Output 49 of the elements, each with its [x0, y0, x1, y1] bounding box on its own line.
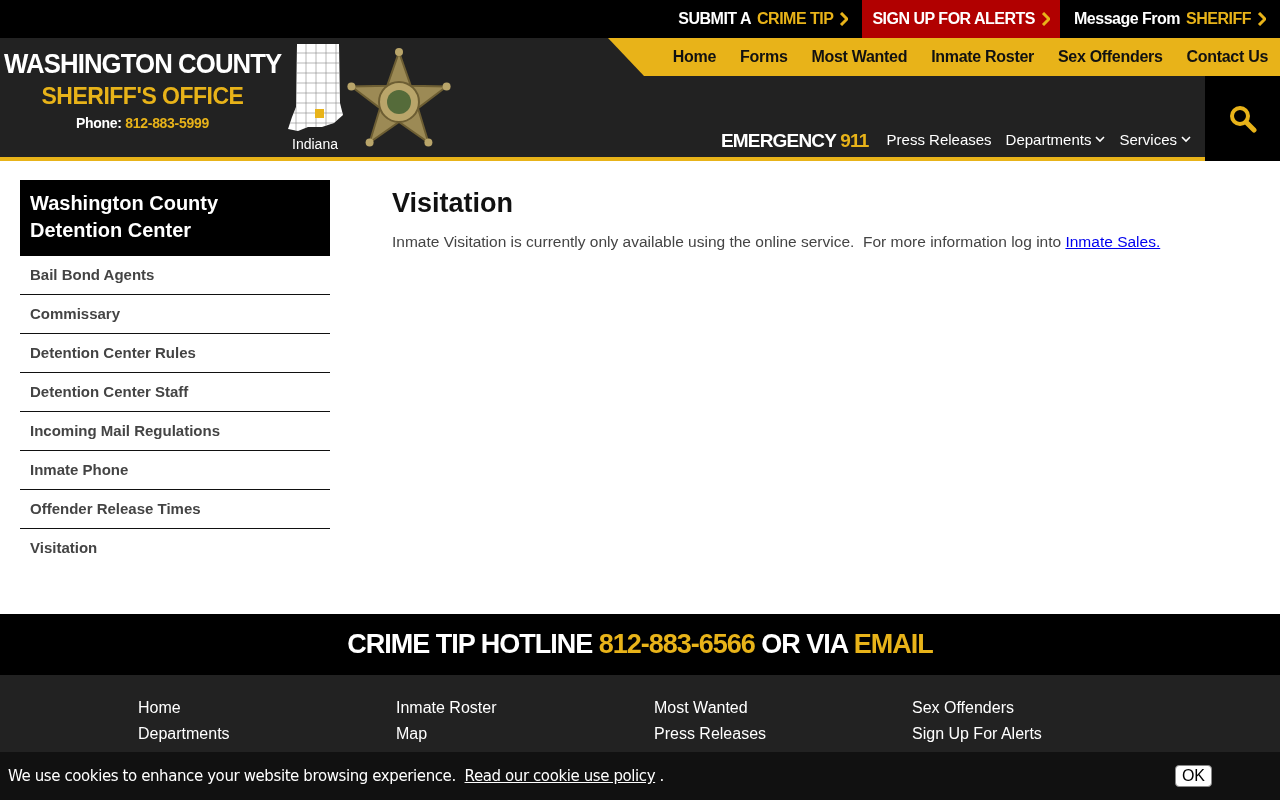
sidebar-link[interactable]: Visitation	[20, 529, 330, 567]
nav-link[interactable]: Inmate Roster	[919, 48, 1046, 66]
sidebar-link[interactable]: Inmate Phone	[20, 451, 330, 490]
emergency-number: EMERGENCY 911	[720, 130, 869, 153]
cookie-message: We use cookies to enhance your website browsing experience. Read our cookie use policy .	[8, 767, 664, 785]
sidebar-link[interactable]: Commissary	[20, 295, 330, 334]
top-link[interactable]: SUBMIT A CRIME TIP	[664, 0, 863, 38]
footer-link[interactable]: Sign Up For Alerts	[912, 721, 1042, 747]
site-title: WASHINGTON COUNTY	[3, 47, 282, 81]
chevron-right-icon	[1257, 12, 1266, 26]
site-subtitle: SHERIFF'S OFFICE	[41, 82, 244, 111]
search-icon	[1228, 104, 1257, 133]
map-label: Indiana	[292, 136, 338, 152]
hotline-text: CRIME TIP HOTLINE 812-883-6566 OR VIA EMAIL	[347, 629, 933, 660]
cookie-policy-link[interactable]: Read our cookie use policy	[464, 767, 656, 785]
nav-link[interactable]: Forms	[728, 48, 800, 66]
chevron-right-icon	[1041, 12, 1050, 26]
page-heading: Visitation	[392, 188, 515, 219]
sidebar-link[interactable]: Incoming Mail Regulations	[20, 412, 330, 451]
sidebar-link[interactable]: Offender Release Times	[20, 490, 330, 529]
phone-text: Phone: 812-883-5999	[76, 115, 209, 131]
top-link[interactable]: Message From SHERIFF	[1060, 0, 1280, 38]
footer-link[interactable]: Sex Offenders	[912, 695, 1014, 721]
nav-link[interactable]: Sex Offenders	[1045, 48, 1175, 66]
inline-link[interactable]: Inmate Sales.	[1065, 233, 1161, 250]
content-paragraph: Inmate Visitation is currently only available using the online service. For more information log into Inmate Sales.	[392, 233, 1162, 251]
search-button[interactable]	[1205, 76, 1280, 161]
footer-link[interactable]: Most Wanted	[654, 695, 748, 721]
top-link[interactable]: SIGN UP FOR ALERTS	[862, 0, 1060, 38]
footer-link[interactable]: Home	[138, 695, 181, 721]
caret-icon	[1095, 136, 1106, 143]
footer-link[interactable]: Map	[396, 721, 428, 747]
nav-link[interactable]: Contact Us	[1174, 48, 1280, 66]
nav-link[interactable]: Press Releases	[886, 131, 992, 157]
chevron-right-icon	[839, 12, 849, 26]
sidebar-title: Washington County Detention Center	[20, 180, 330, 256]
sidebar-link[interactable]: Detention Center Staff	[20, 373, 330, 412]
ok-button[interactable]: OK	[1174, 765, 1212, 787]
email-link[interactable]: EMAIL	[853, 629, 933, 659]
nav-link[interactable]: Most Wanted	[799, 48, 920, 66]
nav-link[interactable]: Services	[1119, 131, 1191, 157]
sidebar-link[interactable]: Bail Bond Agents	[20, 256, 330, 295]
nav-link[interactable]: Home	[660, 48, 729, 66]
sidebar-link[interactable]: Detention Center Rules	[20, 334, 330, 373]
caret-icon	[1181, 136, 1191, 143]
footer-link[interactable]: Departments	[138, 721, 230, 747]
footer-link[interactable]: Inmate Roster	[396, 695, 497, 721]
footer-link[interactable]: Press Releases	[654, 721, 767, 747]
nav-link[interactable]: Departments	[1005, 131, 1106, 157]
